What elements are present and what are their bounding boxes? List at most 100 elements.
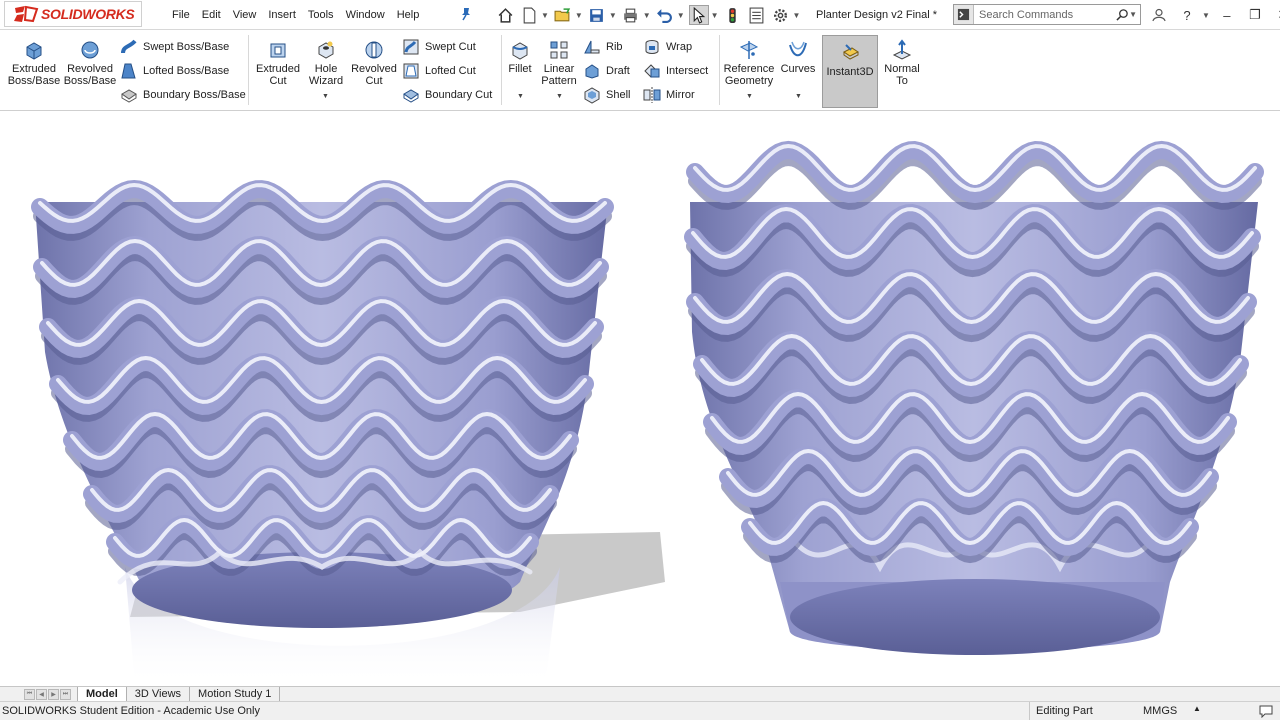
instant3d-label: Instant3D	[826, 66, 874, 78]
chevron-down-icon[interactable]: ▼	[609, 11, 617, 20]
open-folder-icon[interactable]	[553, 5, 573, 25]
tab-3d-views[interactable]: 3D Views	[127, 687, 191, 701]
instant3d-button[interactable]: Instant3D	[822, 35, 878, 108]
swept-boss-button[interactable]: Swept Boss/Base	[120, 38, 246, 56]
chevron-down-icon[interactable]: ▼	[746, 93, 753, 100]
normal-to-button[interactable]: Normal To	[880, 39, 924, 87]
mirror-label: Mirror	[666, 89, 695, 101]
planter-left-view[interactable]	[31, 179, 665, 686]
chevron-down-icon[interactable]: ▼	[541, 11, 549, 20]
swept-cut-icon	[403, 39, 419, 55]
planter-right-view[interactable]	[684, 140, 1264, 655]
comment-icon[interactable]	[1258, 704, 1274, 718]
chevron-down-icon[interactable]: ▼	[795, 93, 802, 100]
lofted-boss-button[interactable]: Lofted Boss/Base	[120, 62, 246, 80]
chevron-up-icon[interactable]: ▲	[1193, 704, 1201, 713]
rib-label: Rib	[606, 41, 623, 53]
menu-help[interactable]: Help	[391, 9, 426, 21]
chevron-down-icon[interactable]: ▼	[322, 93, 329, 100]
extruded-cut-label: Extruded Cut	[255, 63, 301, 87]
menu-insert[interactable]: Insert	[262, 9, 302, 21]
chevron-down-icon[interactable]: ▼	[793, 11, 801, 20]
menu-edit[interactable]: Edit	[196, 9, 227, 21]
gear-icon[interactable]	[771, 5, 791, 25]
ribbon-separator	[501, 35, 502, 105]
draft-button[interactable]: Draft	[583, 62, 630, 80]
new-document-icon[interactable]	[519, 5, 539, 25]
next-tab-icon[interactable]: ▶	[48, 688, 59, 700]
revolved-boss-button[interactable]: Revolved Boss/Base	[64, 39, 116, 87]
select-arrow-icon[interactable]	[688, 5, 709, 25]
curves-button[interactable]: Curves	[780, 39, 816, 75]
quick-access-toolbar: ▼ ▼ ▼ ▼ ▼ ▼ ▼	[495, 4, 800, 26]
swept-cut-label: Swept Cut	[425, 41, 476, 53]
graphics-viewport[interactable]	[0, 112, 1280, 686]
chevron-down-icon[interactable]: ▼	[711, 11, 719, 20]
menu-view[interactable]: View	[227, 9, 263, 21]
boundary-boss-button[interactable]: Boundary Boss/Base	[120, 86, 246, 104]
lofted-boss-label: Lofted Boss/Base	[143, 65, 230, 77]
menu-file[interactable]: File	[166, 9, 196, 21]
undo-icon[interactable]	[655, 5, 675, 25]
reference-geometry-button[interactable]: Reference Geometry	[723, 39, 775, 87]
revolved-cut-button[interactable]: Revolved Cut	[350, 39, 398, 87]
help-icon[interactable]: ?	[1176, 4, 1198, 26]
chevron-down-icon[interactable]: ▼	[677, 11, 685, 20]
ribbon-separator	[719, 35, 720, 105]
chevron-down-icon[interactable]: ▼	[556, 93, 563, 100]
linear-pattern-button[interactable]: Linear Pattern	[538, 39, 580, 87]
intersect-icon	[644, 64, 660, 78]
revolved-cut-icon	[365, 41, 383, 59]
units-selector[interactable]: MMGS	[1143, 705, 1177, 717]
pin-icon[interactable]	[459, 7, 473, 21]
prev-tab-icon[interactable]: ◀	[36, 688, 47, 700]
chevron-down-icon[interactable]: ▼	[1129, 10, 1137, 19]
chevron-down-icon[interactable]: ▼	[575, 11, 583, 20]
ridge-body	[686, 140, 1264, 204]
intersect-button[interactable]: Intersect	[643, 62, 708, 80]
print-icon[interactable]	[621, 5, 641, 25]
edition-label: SOLIDWORKS Student Edition - Academic Us…	[2, 705, 260, 717]
hole-wizard-button[interactable]: Hole Wizard	[306, 39, 346, 87]
reference-geometry-icon	[739, 41, 759, 59]
first-tab-icon[interactable]: ⏮	[24, 688, 35, 700]
chevron-down-icon[interactable]: ▼	[517, 93, 524, 100]
rebuild-traffic-light-icon[interactable]	[723, 5, 743, 25]
wrap-button[interactable]: Wrap	[643, 38, 708, 56]
mirror-icon	[643, 87, 661, 103]
tab-model[interactable]: Model	[77, 687, 127, 701]
swept-cut-button[interactable]: Swept Cut	[402, 38, 492, 56]
home-icon[interactable]	[495, 5, 515, 25]
normal-to-label: Normal To	[884, 63, 920, 87]
search-commands-box[interactable]: Search Commands ▼	[953, 4, 1141, 25]
minimize-icon[interactable]: –	[1216, 4, 1238, 26]
chevron-down-icon[interactable]: ▼	[643, 11, 651, 20]
user-icon[interactable]	[1148, 4, 1170, 26]
lofted-cut-label: Lofted Cut	[425, 65, 476, 77]
file-properties-icon[interactable]	[747, 5, 767, 25]
extruded-cut-button[interactable]: Extruded Cut	[254, 39, 302, 87]
instant3d-icon	[843, 44, 859, 60]
mirror-button[interactable]: Mirror	[643, 86, 708, 104]
extruded-boss-button[interactable]: Extruded Boss/Base	[8, 39, 60, 87]
swept-boss-icon	[121, 39, 137, 54]
shell-icon	[584, 87, 600, 104]
chevron-down-icon[interactable]: ▼	[1202, 11, 1210, 20]
lofted-cut-button[interactable]: Lofted Cut	[402, 62, 492, 80]
menu-window[interactable]: Window	[340, 9, 391, 21]
restore-icon[interactable]: ❐	[1244, 4, 1266, 26]
save-icon[interactable]	[587, 5, 607, 25]
search-input[interactable]: Search Commands	[979, 9, 1113, 21]
shell-button[interactable]: Shell	[583, 86, 630, 104]
last-tab-icon[interactable]: ⏭	[60, 688, 71, 700]
menu-tools[interactable]: Tools	[302, 9, 340, 21]
close-icon[interactable]: ✕	[1272, 4, 1280, 26]
solidworks-logo[interactable]: SOLIDWORKS	[4, 1, 142, 27]
fillet-button[interactable]: Fillet	[506, 39, 534, 75]
rib-button[interactable]: Rib	[583, 38, 630, 56]
search-scope-icon[interactable]	[954, 5, 974, 24]
features-group-a: Rib Draft Shell	[583, 38, 630, 104]
boundary-cut-button[interactable]: Boundary Cut	[402, 86, 492, 104]
command-manager: Extruded Boss/Base Revolved Boss/Base Sw…	[0, 31, 1280, 111]
tab-motion-study[interactable]: Motion Study 1	[190, 687, 281, 701]
